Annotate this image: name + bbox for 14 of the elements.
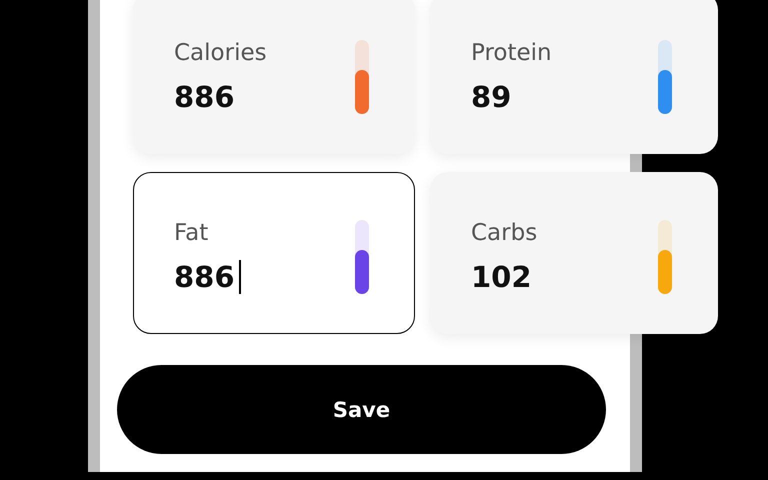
nutrient-label: Fat (174, 220, 210, 246)
save-button[interactable]: Save (117, 365, 606, 454)
nutrient-value: 102 (471, 260, 532, 294)
nutrient-value: 886 (174, 80, 235, 114)
nutrient-value: 886 (174, 260, 235, 294)
nutrient-card[interactable]: Fat 886 (133, 172, 415, 334)
nutrient-card[interactable]: Calories 886 (133, 0, 415, 154)
nutrient-card[interactable]: Protein 89 (430, 0, 718, 154)
nutrient-label: Carbs (471, 220, 538, 246)
nutrient-card[interactable]: Carbs 102 (430, 172, 718, 334)
nutrient-label: Protein (471, 40, 552, 66)
nutrient-label: Calories (174, 40, 267, 66)
nutrient-value: 89 (471, 80, 512, 114)
text-cursor (238, 260, 241, 294)
